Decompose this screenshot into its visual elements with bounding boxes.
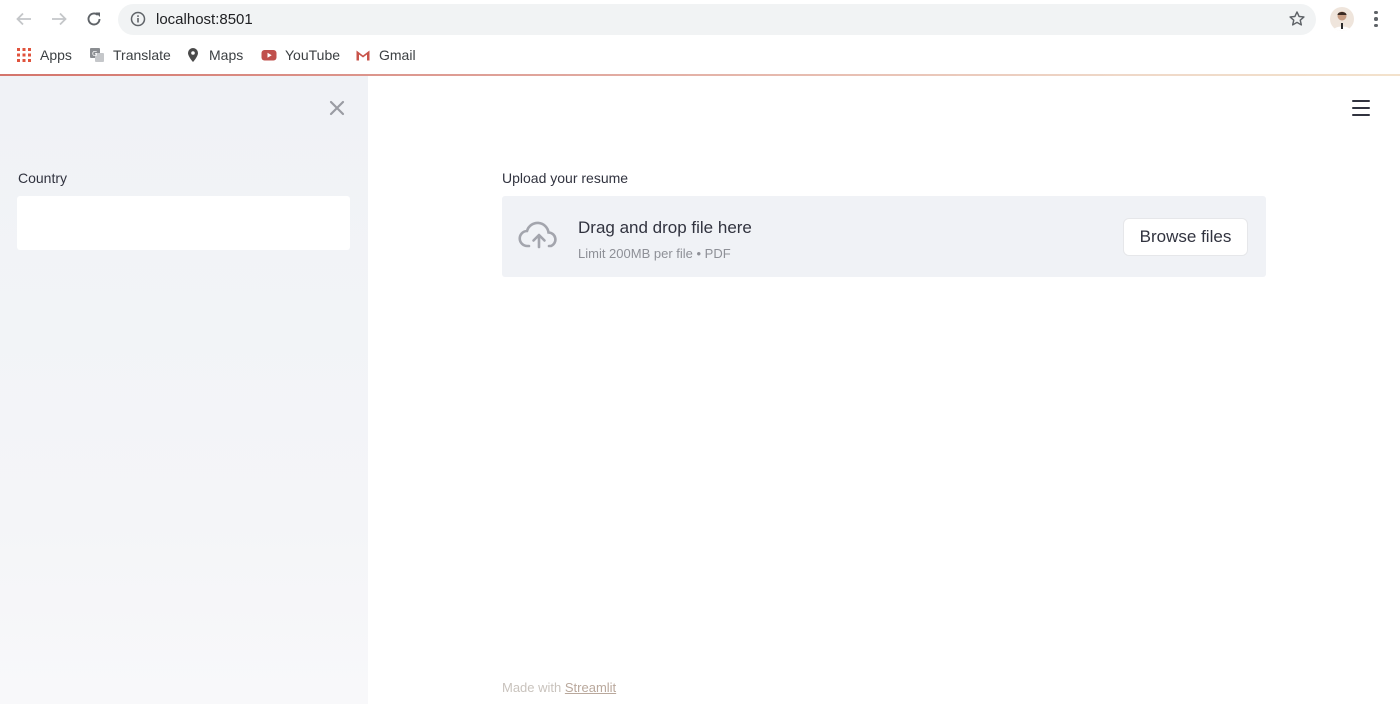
streamlit-link[interactable]: Streamlit	[565, 680, 616, 695]
address-bar[interactable]: localhost:8501	[118, 4, 1316, 35]
close-sidebar-button[interactable]	[327, 98, 347, 118]
browse-files-button[interactable]: Browse files	[1123, 218, 1248, 256]
bookmark-label: Maps	[209, 47, 244, 63]
bookmark-gmail[interactable]: Gmail	[355, 45, 416, 65]
bookmark-label: Apps	[40, 47, 72, 63]
close-icon	[329, 100, 345, 116]
footer-text: Made with	[502, 680, 565, 695]
bookmark-label: Gmail	[379, 47, 416, 63]
apps-grid-icon	[17, 48, 31, 62]
bookmark-maps[interactable]: Maps	[185, 45, 243, 65]
browser-toolbar: localhost:8501	[0, 0, 1400, 38]
upload-label: Upload your resume	[502, 170, 629, 186]
bookmark-apps[interactable]: Apps	[16, 45, 72, 65]
sidebar: Country	[0, 76, 368, 704]
hamburger-menu-icon[interactable]	[1352, 100, 1370, 116]
bookmark-youtube[interactable]: YouTube	[261, 45, 340, 65]
reload-icon	[87, 12, 101, 26]
forward-arrow-icon	[52, 12, 67, 26]
site-info-icon[interactable]	[130, 11, 146, 27]
bookmark-label: YouTube	[285, 47, 341, 63]
back-button[interactable]	[11, 6, 37, 32]
maps-pin-icon	[188, 48, 198, 62]
bookmark-translate[interactable]: G Translate	[89, 45, 171, 65]
country-label: Country	[18, 170, 68, 186]
country-input[interactable]	[17, 196, 350, 250]
profile-avatar[interactable]	[1330, 7, 1354, 31]
svg-text:G: G	[92, 50, 97, 58]
bookmark-star-icon[interactable]	[1288, 10, 1306, 28]
forward-button[interactable]	[46, 6, 72, 32]
translate-icon: G	[90, 48, 104, 62]
bookmark-label: Translate	[113, 47, 171, 63]
dropzone-limit-text: Limit 200MB per file • PDF	[578, 246, 731, 261]
footer: Made with Streamlit	[502, 680, 616, 695]
browser-menu-icon[interactable]	[1366, 8, 1386, 30]
gmail-icon	[356, 50, 370, 61]
cloud-upload-icon	[518, 221, 557, 249]
youtube-icon	[261, 50, 277, 61]
address-url[interactable]: localhost:8501	[156, 11, 253, 28]
reload-button[interactable]	[81, 6, 107, 32]
back-arrow-icon	[16, 12, 31, 26]
file-dropzone[interactable]: Drag and drop file here Limit 200MB per …	[502, 196, 1266, 277]
bookmarks-bar: Apps G Translate Maps YouTube Gmail	[0, 38, 1400, 72]
dropzone-title: Drag and drop file here	[578, 218, 752, 237]
main-content: Upload your resume Drag and drop file he…	[368, 76, 1400, 704]
